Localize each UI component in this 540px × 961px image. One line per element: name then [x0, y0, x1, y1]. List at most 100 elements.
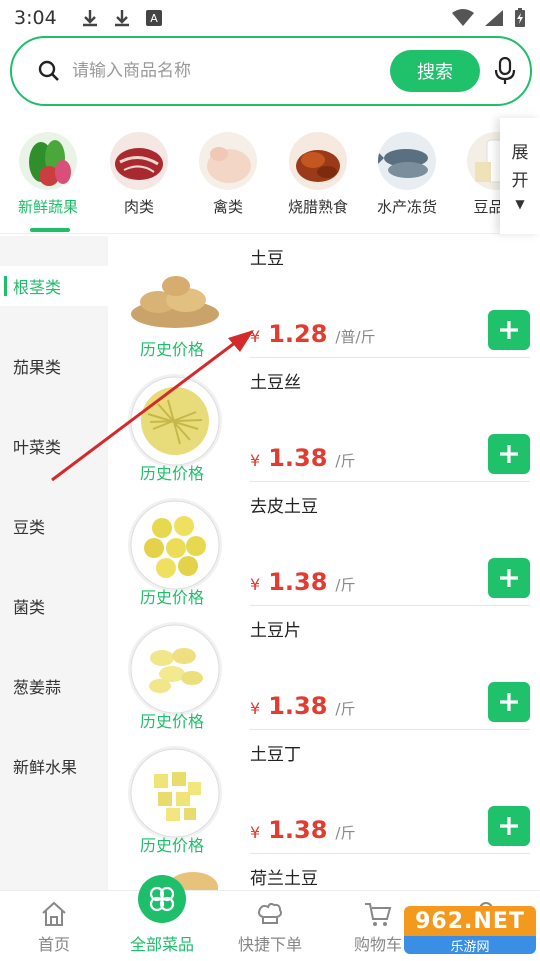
sidebar-item-label: 叶菜类: [13, 438, 62, 457]
product-price: 1.28: [268, 320, 328, 348]
clover-icon: [138, 875, 186, 923]
sidebar-item-root-vegetables[interactable]: 根茎类: [0, 266, 108, 306]
vegetables-image: [19, 132, 77, 190]
sidebar-item-fruiting-vegetables[interactable]: 茄果类: [0, 346, 108, 386]
search-button[interactable]: 搜索: [390, 50, 480, 92]
add-to-cart-button[interactable]: [488, 434, 530, 474]
product-item[interactable]: 历史价格 去皮土豆 ¥ 1.38 /斤: [108, 484, 540, 608]
history-price-link[interactable]: 历史价格: [140, 460, 204, 484]
category-item[interactable]: 禽类: [188, 132, 268, 217]
product-name: 去皮土豆: [250, 497, 318, 517]
poultry-image: [199, 132, 257, 190]
sidebar-item-label: 菌类: [13, 598, 46, 617]
peeled-potato-image: [128, 498, 222, 592]
plus-icon: [500, 321, 518, 339]
product-item[interactable]: 历史价格 土豆丝 ¥ 1.38 /斤: [108, 360, 540, 484]
search-bar: 搜索: [10, 36, 532, 106]
potato-image: [128, 250, 222, 344]
sliced-potato-image: [128, 622, 222, 716]
microphone-icon[interactable]: [494, 57, 516, 85]
meat-image: [110, 132, 168, 190]
product-name: 土豆丝: [250, 373, 301, 393]
plus-icon: [500, 445, 518, 463]
plus-icon: [500, 693, 518, 711]
divider: [250, 605, 530, 606]
product-price-row: ¥ 1.38 /斤: [250, 692, 355, 720]
sidebar-item-aromatics[interactable]: 葱姜蒜: [0, 666, 108, 706]
currency-symbol: ¥: [250, 451, 261, 470]
history-price-link[interactable]: 历史价格: [140, 584, 204, 608]
category-label: 肉类: [123, 198, 154, 216]
history-price-link[interactable]: 历史价格: [140, 708, 204, 732]
tab-label: 首页: [37, 935, 70, 954]
home-icon: [42, 901, 66, 926]
history-price-link[interactable]: 历史价格: [140, 832, 204, 856]
product-item[interactable]: 历史价格 土豆 ¥ 1.28 /普/斤: [108, 236, 540, 360]
divider: [250, 481, 530, 482]
sidebar-item-label: 豆类: [13, 518, 46, 537]
battery-icon: [515, 8, 525, 27]
sidebar-item-label: 茄果类: [13, 358, 62, 377]
category-label: 水产冻货: [376, 198, 437, 216]
roast-meat-image: [289, 132, 347, 190]
product-price: 1.38: [268, 692, 328, 720]
search-input[interactable]: [72, 61, 390, 81]
currency-symbol: ¥: [250, 699, 261, 718]
chevron-down-icon: ▼: [515, 197, 525, 211]
download-icon: [82, 10, 97, 27]
tab-quick-order[interactable]: 快捷下单: [216, 891, 324, 961]
tab-all-dishes[interactable]: 全部菜品: [108, 875, 216, 961]
shredded-potato-image: [128, 374, 222, 468]
divider: [250, 853, 530, 854]
expand-label: 开: [511, 171, 529, 191]
seafood-image: [378, 132, 436, 190]
plus-icon: [500, 817, 518, 835]
subcategory-sidebar: 根茎类 茄果类 叶菜类 豆类 菌类 葱姜蒜 新鲜水果: [0, 236, 108, 890]
category-item[interactable]: 水产冻货: [367, 132, 447, 217]
add-to-cart-button[interactable]: [488, 310, 530, 350]
product-name: 土豆片: [250, 621, 301, 641]
currency-symbol: ¥: [250, 823, 261, 842]
add-to-cart-button[interactable]: [488, 558, 530, 598]
divider: [250, 357, 530, 358]
sidebar-item-fruits[interactable]: 新鲜水果: [0, 746, 108, 786]
sidebar-item-mushrooms[interactable]: 菌类: [0, 586, 108, 626]
sidebar-item-label: 葱姜蒜: [13, 678, 62, 697]
product-price: 1.38: [268, 568, 328, 596]
expand-label: 展: [511, 143, 529, 163]
add-to-cart-button[interactable]: [488, 806, 530, 846]
watermark-logo: 962.NET: [404, 906, 536, 936]
product-unit: /普/斤: [335, 328, 376, 346]
sidebar-item-leafy-vegetables[interactable]: 叶菜类: [0, 426, 108, 466]
category-item[interactable]: 肉类: [99, 132, 179, 217]
category-item[interactable]: 新鲜蔬果: [8, 132, 88, 217]
product-unit: /斤: [335, 824, 356, 842]
history-price-link[interactable]: 历史价格: [140, 336, 204, 360]
tab-home[interactable]: 首页: [0, 891, 108, 961]
category-active-indicator: [30, 228, 70, 232]
status-bar: 3:04 A: [0, 0, 540, 36]
plus-icon: [500, 569, 518, 587]
product-unit: /斤: [335, 700, 356, 718]
category-label: 禽类: [212, 198, 243, 216]
site-watermark: 962.NET 乐游网: [404, 906, 536, 954]
divider: [250, 729, 530, 730]
product-unit: /斤: [335, 576, 356, 594]
diced-potato-image: [128, 746, 222, 840]
category-label: 烧腊熟食: [287, 198, 348, 216]
add-to-cart-button[interactable]: [488, 682, 530, 722]
sidebar-item-label: 根茎类: [13, 278, 62, 297]
product-item[interactable]: 历史价格 土豆片 ¥ 1.38 /斤: [108, 608, 540, 732]
product-price-row: ¥ 1.28 /普/斤: [250, 320, 376, 348]
tab-label: 全部菜品: [129, 935, 194, 954]
chef-hat-icon: [258, 902, 282, 924]
category-item[interactable]: 烧腊熟食: [278, 132, 358, 217]
status-time: 3:04: [14, 7, 57, 29]
svg-text:A: A: [150, 12, 158, 25]
currency-symbol: ¥: [250, 575, 261, 594]
product-price-row: ¥ 1.38 /斤: [250, 816, 355, 844]
expand-categories-button[interactable]: 展 开 ▼: [500, 118, 540, 234]
cart-icon: [365, 903, 392, 926]
product-item[interactable]: 历史价格 土豆丁 ¥ 1.38 /斤: [108, 732, 540, 856]
sidebar-item-beans[interactable]: 豆类: [0, 506, 108, 546]
